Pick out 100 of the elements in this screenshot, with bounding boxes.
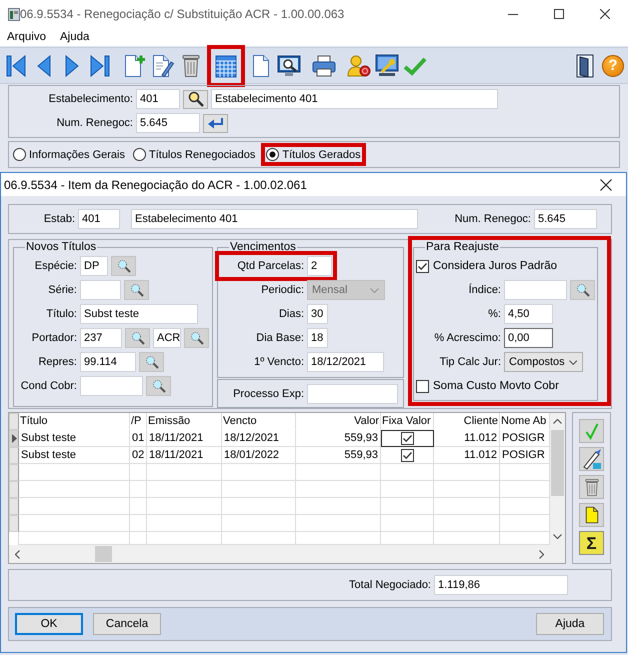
text-field[interactable]: 99.114 [80,352,136,372]
field-label: Periodic: [260,284,304,296]
text-field[interactable]: Subst teste [80,304,198,324]
horizontal-scrollbar[interactable] [9,545,565,563]
table-cell [381,498,434,515]
menu-item[interactable]: Arquivo [0,31,53,43]
text-field[interactable] [80,376,143,396]
next-icon[interactable] [65,54,79,78]
search-button[interactable] [111,256,136,276]
edit-button[interactable] [579,447,604,471]
checkmark-icon[interactable] [403,56,427,76]
text-field[interactable]: Estabelecimento 401 [131,209,418,229]
new-button[interactable] [579,503,604,527]
field-label: Qtd Parcelas: [236,260,304,272]
text-field[interactable] [504,280,567,300]
checkmark-icon [584,422,598,440]
vertical-scrollbar[interactable] [550,413,565,545]
row-selector[interactable] [9,430,19,447]
group-title: Vencimentos [229,241,297,253]
text-field[interactable]: ACR [153,328,181,348]
chevron-left-icon [15,550,20,558]
text-field[interactable]: 18/12/2021 [307,352,384,372]
skip-to-end-icon[interactable] [90,54,110,78]
dialog-button[interactable]: Cancela [93,613,161,635]
magnifier-icon [190,331,204,345]
dropdown[interactable]: Compostos [504,352,583,372]
return-arrow-icon [208,117,224,129]
field-label: Série: [47,284,77,296]
search-button[interactable] [124,280,149,300]
text-field[interactable]: 5.645 [136,113,200,133]
pen-icon [582,448,602,470]
text-field[interactable]: 1.119,86 [434,575,568,595]
text-field[interactable]: 237 [80,328,122,348]
maximize-icon[interactable] [554,9,564,19]
enter-button[interactable] [203,114,228,132]
chevron-right-icon [539,550,544,558]
document-icon[interactable] [252,54,270,78]
search-button[interactable] [184,328,209,348]
door-icon[interactable] [576,54,594,78]
delete-button[interactable] [579,475,604,499]
sum-button[interactable]: Σ [579,531,604,555]
person-coin-icon[interactable] [347,54,371,78]
previous-icon[interactable] [37,54,51,78]
text-field[interactable]: 401 [78,209,120,229]
search-button[interactable] [570,280,595,300]
document-plus-icon[interactable] [124,54,146,78]
trash-icon[interactable] [182,54,200,78]
field-label: %: [487,308,501,320]
search-button[interactable] [146,376,171,396]
text-field[interactable]: 0,00 [504,328,553,348]
magnifier-icon [130,283,144,297]
magnifier-icon [144,355,158,369]
radio-option[interactable]: Títulos Gerados [266,148,361,161]
magnifier-icon [152,379,166,393]
calendar-icon[interactable] [215,54,237,78]
text-field[interactable]: Estabelecimento 401 [211,89,498,109]
radio-option[interactable]: Informações Gerais [13,148,125,161]
group-title: Para Reajuste [425,241,500,253]
group-title: Novos Títulos [25,241,98,253]
dialog-button[interactable]: OK [15,613,83,635]
close-icon[interactable] [600,178,612,190]
text-field[interactable] [307,384,398,404]
checkbox-option[interactable]: Soma Custo Movto Cobr [416,376,559,396]
field-label: Dia Base: [255,332,304,344]
text-field[interactable]: 2 [307,256,332,276]
table-cell: 559,93 [296,430,381,447]
field-label: Processo Exp: [232,388,304,400]
search-button[interactable] [139,352,164,372]
radio-option[interactable]: Títulos Renegociados [132,148,256,161]
close-icon[interactable] [600,9,610,19]
text-field[interactable] [80,280,121,300]
field-label: Num. Renegoc: [56,117,133,129]
text-field[interactable]: 5.645 [534,209,597,229]
skip-to-start-icon[interactable] [6,54,26,78]
document-icon [584,506,598,524]
search-button[interactable] [125,328,150,348]
text-field[interactable]: DP [80,256,108,276]
dialog-button[interactable]: Ajuda [536,613,604,635]
monitor-magnifier-icon[interactable] [277,54,301,78]
document-pen-icon[interactable] [152,54,174,78]
scrollbar-thumb[interactable] [95,546,112,562]
text-field[interactable]: 30 [307,304,328,324]
text-field[interactable]: 18 [307,328,328,348]
row-pointer-icon [12,434,16,443]
text-field[interactable]: 401 [136,89,180,109]
field-label: Repres: [37,356,77,368]
text-field[interactable]: 4,50 [504,304,553,324]
table-cell [434,464,500,481]
printer-icon[interactable] [312,54,336,76]
field-label: Título: [45,308,77,320]
monitor-wrench-icon[interactable] [375,54,399,78]
checkbox-option[interactable]: Considera Juros Padrão [416,256,558,276]
table-cell: 01 [130,430,147,447]
field-label: Estab: [42,213,75,225]
menu-item[interactable]: Ajuda [53,31,96,43]
field-label: % Acrescimo: [433,332,501,344]
search-button[interactable] [183,90,208,108]
scrollbar-thumb[interactable] [551,430,564,496]
magnifier-icon [576,283,590,297]
table-cell: 11.012 [434,430,500,447]
